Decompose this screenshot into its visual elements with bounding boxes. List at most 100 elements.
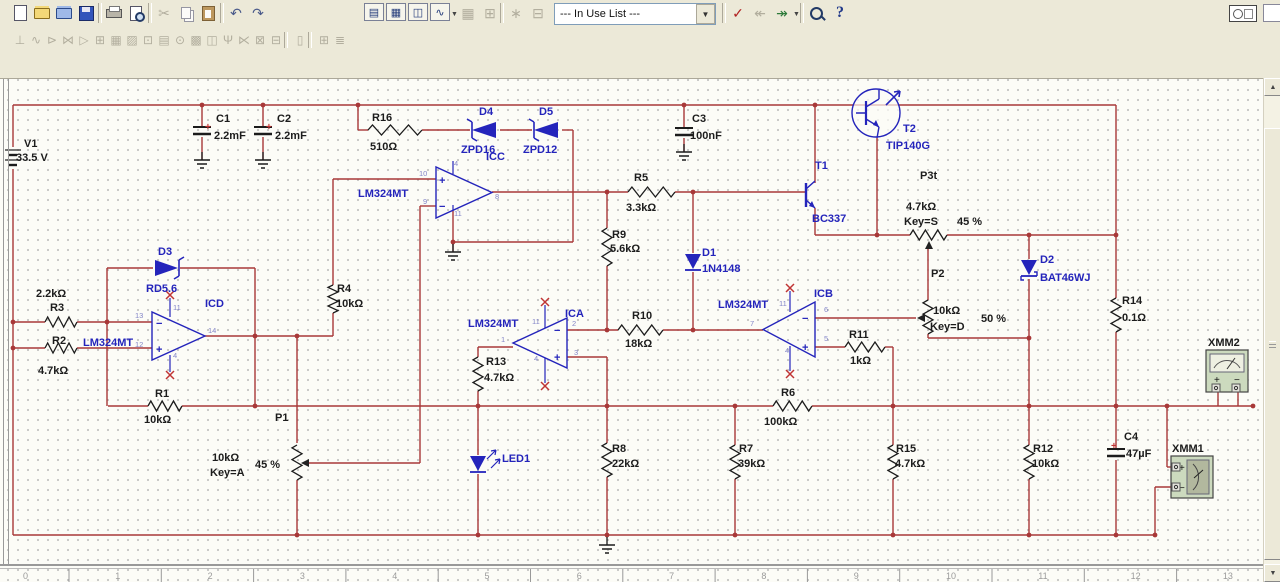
label-45[interactable]: 45 % xyxy=(957,216,982,228)
open-samples-button-icon[interactable] xyxy=(54,3,74,23)
label-47k[interactable]: 4.7kΩ xyxy=(906,201,936,213)
electromechanical-components-button-icon[interactable]: ⋉ xyxy=(236,32,252,48)
label-LM324MT[interactable]: LM324MT xyxy=(358,188,408,200)
label-ICB[interactable]: ICB xyxy=(814,288,833,300)
label-sign[interactable]: + xyxy=(1111,441,1117,452)
print-preview-button-icon[interactable] xyxy=(126,3,146,23)
label-sign[interactable]: − xyxy=(802,313,808,325)
label-R1[interactable]: R1 xyxy=(155,388,169,400)
label-sign[interactable]: + xyxy=(156,344,162,356)
label-4[interactable]: 4 xyxy=(173,351,177,360)
label-11[interactable]: 11 xyxy=(173,303,181,312)
label-TIP140G[interactable]: TIP140G xyxy=(886,140,930,152)
scroll-up-button[interactable]: ▲ xyxy=(1264,78,1280,96)
label-D3[interactable]: D3 xyxy=(158,246,172,258)
label-R3[interactable]: R3 xyxy=(50,302,64,314)
bus-button-icon[interactable]: ≣ xyxy=(332,32,348,48)
scroll-down-button[interactable]: ▼ xyxy=(1264,564,1280,582)
label-RD56[interactable]: RD5.6 xyxy=(146,283,177,295)
label-335V[interactable]: 33.5 V xyxy=(16,152,48,164)
dropdown-arrow-icon[interactable]: ▼ xyxy=(451,11,458,18)
find-button-icon[interactable] xyxy=(806,3,826,23)
label-C2[interactable]: C2 xyxy=(277,113,291,125)
basic-components-button-icon[interactable]: ∿ xyxy=(28,32,44,48)
label-10[interactable]: 10 xyxy=(419,169,427,178)
cmos-components-button-icon[interactable]: ▦ xyxy=(108,32,124,48)
label-D2[interactable]: D2 xyxy=(1040,254,1054,266)
label-1k[interactable]: 1kΩ xyxy=(850,355,871,367)
source-components-button-icon[interactable]: ⊥ xyxy=(12,32,28,48)
label-11[interactable]: 11 xyxy=(779,299,787,308)
label-1[interactable]: 1 xyxy=(501,335,505,344)
save-button-icon[interactable] xyxy=(76,3,96,23)
label-R8[interactable]: R8 xyxy=(612,443,626,455)
label-50[interactable]: 50 % xyxy=(981,313,1006,325)
label-R11[interactable]: R11 xyxy=(849,329,869,341)
connector-components-button-icon[interactable]: ⊟ xyxy=(268,32,284,48)
label-sign[interactable]: − xyxy=(156,318,162,330)
label-LM324MT[interactable]: LM324MT xyxy=(83,337,133,349)
diode-components-button-icon[interactable]: ⊳ xyxy=(44,32,60,48)
label-KeyD[interactable]: Key=D xyxy=(930,321,965,333)
label-3[interactable]: 3 xyxy=(574,348,578,357)
label-BC337[interactable]: BC337 xyxy=(812,213,846,225)
mixed-components-button-icon[interactable]: ⊡ xyxy=(140,32,156,48)
postprocessor-button-icon[interactable]: ⊞ xyxy=(480,3,500,23)
label-01[interactable]: 0.1Ω xyxy=(1122,312,1146,324)
label-sign[interactable]: + xyxy=(439,175,445,187)
label-10k[interactable]: 10kΩ xyxy=(212,452,239,464)
open-button-icon[interactable] xyxy=(32,3,52,23)
label-1N4148[interactable]: 1N4148 xyxy=(702,263,741,275)
label-47k[interactable]: 4.7kΩ xyxy=(38,365,68,377)
label-D4[interactable]: D4 xyxy=(479,106,494,118)
ni-components-button-icon[interactable]: ⊠ xyxy=(252,32,268,48)
label-10k[interactable]: 10kΩ xyxy=(336,298,363,310)
erc-button-icon[interactable]: ✓ xyxy=(728,3,748,23)
label-R15[interactable]: R15 xyxy=(896,443,916,455)
label-R10[interactable]: R10 xyxy=(632,310,652,322)
label-C4[interactable]: C4 xyxy=(1124,431,1139,443)
label-T2[interactable]: T2 xyxy=(903,123,916,135)
label-XMM1[interactable]: XMM1 xyxy=(1172,443,1204,455)
label-KeyS[interactable]: Key=S xyxy=(904,216,938,228)
print-button-icon[interactable] xyxy=(104,3,124,23)
forward-annotate-button-icon[interactable]: ↠ xyxy=(772,3,792,23)
label-LED1[interactable]: LED1 xyxy=(502,453,530,465)
toggle-grid-button-icon[interactable]: ▦ xyxy=(386,3,406,21)
label-T1[interactable]: T1 xyxy=(815,160,828,172)
toggle-breadboard-button-icon[interactable]: ▤ xyxy=(364,3,384,21)
new-button-icon[interactable] xyxy=(10,3,30,23)
indicator-components-button-icon[interactable]: ▤ xyxy=(156,32,172,48)
label-R9[interactable]: R9 xyxy=(612,229,626,241)
label-D1[interactable]: D1 xyxy=(702,247,716,259)
label-56k[interactable]: 5.6kΩ xyxy=(610,243,640,255)
label-10k[interactable]: 10kΩ xyxy=(933,305,960,317)
instruments-button-icon[interactable] xyxy=(1228,3,1258,23)
label-22mF[interactable]: 2.2mF xyxy=(275,130,307,142)
label-22mF[interactable]: 2.2mF xyxy=(214,130,246,142)
undo-button-icon[interactable]: ↶ xyxy=(226,3,246,23)
label-sign[interactable]: + xyxy=(554,352,560,364)
label-P2[interactable]: P2 xyxy=(931,268,944,280)
label-4[interactable]: 4 xyxy=(785,346,789,355)
label-10k[interactable]: 10kΩ xyxy=(144,414,171,426)
toggle-border-button-icon[interactable]: ◫ xyxy=(408,3,428,21)
ttl-components-button-icon[interactable]: ⊞ xyxy=(92,32,108,48)
misc-digital-components-button-icon[interactable]: ▨ xyxy=(124,32,140,48)
label-R7[interactable]: R7 xyxy=(739,443,753,455)
label-ZPD12[interactable]: ZPD12 xyxy=(523,144,557,156)
misc-components-button-icon[interactable]: ▩ xyxy=(188,32,204,48)
component-wizard-button-icon[interactable]: ∗ xyxy=(506,3,526,23)
label-BAT46WJ[interactable]: BAT46WJ xyxy=(1040,272,1091,284)
label-13[interactable]: 13 xyxy=(135,311,143,320)
label-LM324MT[interactable]: LM324MT xyxy=(468,318,518,330)
transistor-components-button-icon[interactable]: ⋈ xyxy=(60,32,76,48)
dropdown-arrow-icon[interactable]: ▼ xyxy=(793,11,800,18)
label-R12[interactable]: R12 xyxy=(1033,443,1053,455)
label-22k[interactable]: 2.2kΩ xyxy=(36,288,66,300)
back-annotate-button-icon[interactable]: ↞ xyxy=(750,3,770,23)
label-8[interactable]: 8 xyxy=(495,192,499,201)
redo-button-icon[interactable]: ↷ xyxy=(248,3,268,23)
paste-button-icon[interactable] xyxy=(198,3,218,23)
label-510[interactable]: 510Ω xyxy=(370,141,397,153)
